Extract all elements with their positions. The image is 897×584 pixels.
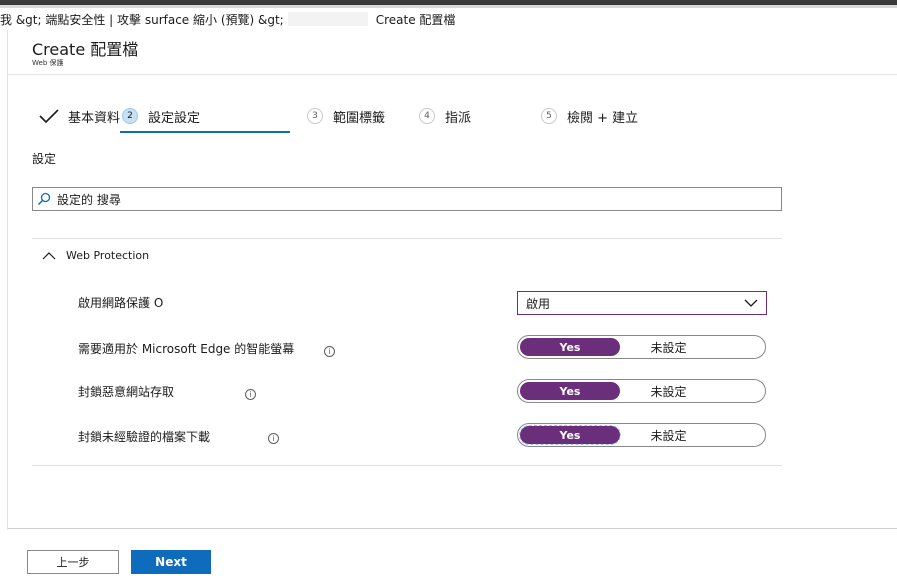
- step-number: 5: [541, 108, 557, 124]
- chevron-up-icon: [42, 251, 56, 259]
- dropdown-value: 啟用: [526, 296, 551, 311]
- toggle-not-configured-option[interactable]: 未設定: [620, 383, 717, 400]
- page-title: Create 配置檔: [32, 40, 139, 59]
- breadcrumb-path[interactable]: 我 &gt; 端點安全性 | 攻擊 surface 縮小 (預覽) &gt;: [0, 11, 284, 28]
- setting-label-block-malicious-sites: 封鎖惡意網站存取: [78, 383, 174, 400]
- info-icon[interactable]: i: [245, 389, 256, 400]
- toggle-not-configured-option[interactable]: 未設定: [620, 427, 717, 444]
- toggle-yes-option[interactable]: Yes: [519, 425, 621, 445]
- step-number: 2: [122, 108, 138, 124]
- search-icon: [37, 192, 51, 206]
- search-placeholder: 設定的 搜尋: [57, 192, 121, 207]
- info-icon[interactable]: i: [324, 346, 335, 357]
- block-unverified-downloads-toggle[interactable]: Yes 未設定: [517, 423, 766, 447]
- network-protection-dropdown[interactable]: 啟用: [517, 291, 767, 315]
- step-number: 4: [419, 108, 435, 124]
- setting-label-enable-network-protection: 啟用網路保護 O: [78, 294, 163, 311]
- section-label: 設定: [32, 152, 57, 166]
- step-number: 3: [307, 108, 323, 124]
- settings-search-input[interactable]: 設定的 搜尋: [32, 187, 782, 211]
- breadcrumb: 我 &gt; 端點安全性 | 攻擊 surface 縮小 (預覽) &gt; C…: [0, 8, 897, 30]
- step-scope-tags[interactable]: 3 範圍標籤: [307, 100, 385, 132]
- header-divider: [8, 74, 897, 75]
- footer-divider: [8, 528, 897, 529]
- step-label: 檢閱 + 建立: [567, 110, 639, 126]
- step-review-create[interactable]: 5 檢閱 + 建立: [541, 100, 638, 132]
- step-label: 指派: [445, 110, 472, 126]
- toggle-yes-option[interactable]: Yes: [520, 382, 620, 400]
- setting-label-text: 需要適用於 Microsoft Edge 的智能螢幕: [78, 342, 295, 356]
- group-divider-bottom: [32, 465, 782, 466]
- group-divider-top: [32, 238, 782, 239]
- page-subtitle: Web 保護: [32, 59, 64, 67]
- active-step-underline: [120, 131, 290, 133]
- next-button[interactable]: Next: [131, 550, 211, 574]
- toggle-yes-option[interactable]: Yes: [520, 338, 620, 356]
- step-label: 範圍標籤: [333, 110, 386, 126]
- previous-button[interactable]: 上一步: [27, 550, 119, 574]
- toggle-not-configured-option[interactable]: 未設定: [620, 339, 717, 356]
- breadcrumb-redacted: [287, 12, 368, 26]
- block-malicious-sites-toggle[interactable]: Yes 未設定: [517, 379, 766, 403]
- breadcrumb-current: Create 配置檔: [375, 12, 456, 27]
- step-label: 基本資料: [68, 110, 121, 126]
- info-icon[interactable]: i: [268, 433, 279, 444]
- setting-label-block-unverified-downloads: 封鎖未經驗證的檔案下載: [78, 428, 210, 445]
- step-label: 設定設定: [148, 110, 201, 126]
- setting-label-text: 啟用網路保護 O: [78, 296, 164, 310]
- chevron-down-icon: [744, 299, 758, 307]
- step-configuration[interactable]: 2 設定設定: [122, 100, 200, 132]
- group-title: Web Protection: [66, 249, 150, 262]
- setting-label-text: 封鎖未經驗證的檔案下載: [78, 430, 211, 444]
- step-assignments[interactable]: 4 指派: [419, 100, 471, 132]
- step-basics[interactable]: 基本資料: [38, 100, 120, 132]
- checkmark-icon: [39, 109, 59, 124]
- group-header-web-protection[interactable]: Web Protection: [42, 249, 149, 262]
- smartscreen-toggle[interactable]: Yes 未設定: [517, 335, 766, 359]
- setting-label-text: 封鎖惡意網站存取: [78, 385, 175, 399]
- setting-label-smartscreen: 需要適用於 Microsoft Edge 的智能螢幕: [78, 340, 294, 357]
